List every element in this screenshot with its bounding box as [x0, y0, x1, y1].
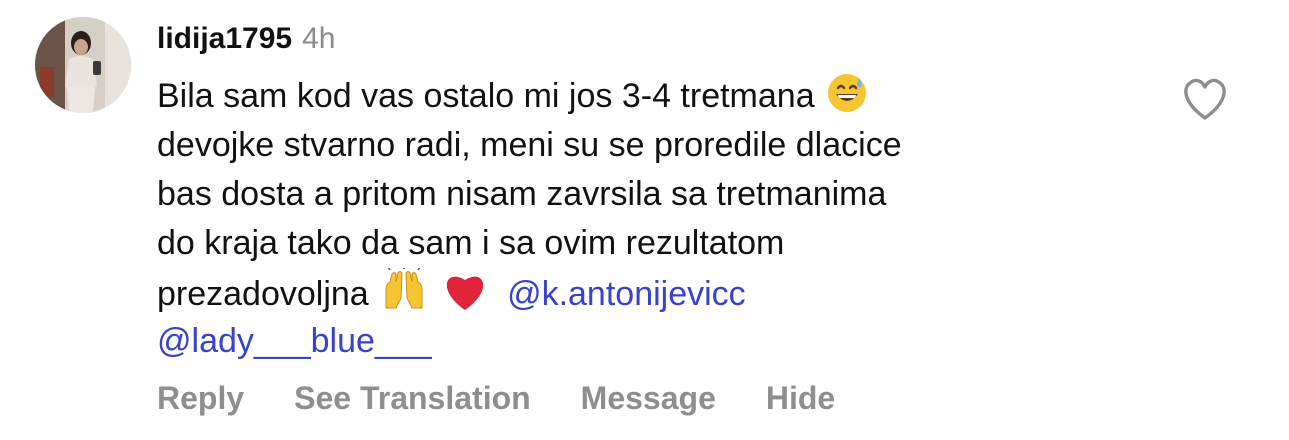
- comment: lidija1795 4h Bila sam kod vas ostalo mi…: [0, 0, 1289, 440]
- like-heart-icon[interactable]: [1180, 76, 1230, 122]
- comment-line-text: do kraja tako da sam i sa ovim rezultato…: [157, 224, 785, 262]
- comment-line: @lady___blue___: [157, 317, 1157, 366]
- comment-header: lidija1795 4h: [157, 17, 335, 61]
- comment-line: prezadovoljna @k.antonijevicc: [157, 266, 1157, 317]
- comment-line-text: prezadovoljna: [157, 275, 369, 313]
- see-translation-button[interactable]: See Translation: [294, 375, 531, 421]
- hide-button[interactable]: Hide: [766, 375, 835, 421]
- comment-line-text: Bila sam kod vas ostalo mi jos 3-4 tretm…: [157, 77, 815, 115]
- mention-link[interactable]: @lady___blue___: [157, 322, 432, 360]
- message-button[interactable]: Message: [581, 375, 716, 421]
- comment-text: Bila sam kod vas ostalo mi jos 3-4 tretm…: [157, 72, 1157, 366]
- comment-line: do kraja tako da sam i sa ovim rezultato…: [157, 219, 1157, 268]
- timestamp: 4h: [302, 22, 336, 55]
- comment-actions: Reply See Translation Message Hide: [157, 375, 885, 421]
- comment-line-text: bas dosta a pritom nisam zavrsila sa tre…: [157, 175, 887, 213]
- red-heart-icon: [442, 270, 488, 326]
- comment-line: Bila sam kod vas ostalo mi jos 3-4 tretm…: [157, 72, 1157, 121]
- avatar[interactable]: [35, 17, 131, 113]
- username[interactable]: lidija1795: [157, 17, 292, 61]
- mention-link[interactable]: @k.antonijevicc: [507, 275, 746, 313]
- comment-line: devojke stvarno radi, meni su se proredi…: [157, 121, 1157, 170]
- reply-button[interactable]: Reply: [157, 375, 244, 421]
- grinning-face-with-sweat-icon: [826, 72, 868, 128]
- comment-line-text: devojke stvarno radi, meni su se proredi…: [157, 126, 902, 164]
- comment-line: bas dosta a pritom nisam zavrsila sa tre…: [157, 170, 1157, 219]
